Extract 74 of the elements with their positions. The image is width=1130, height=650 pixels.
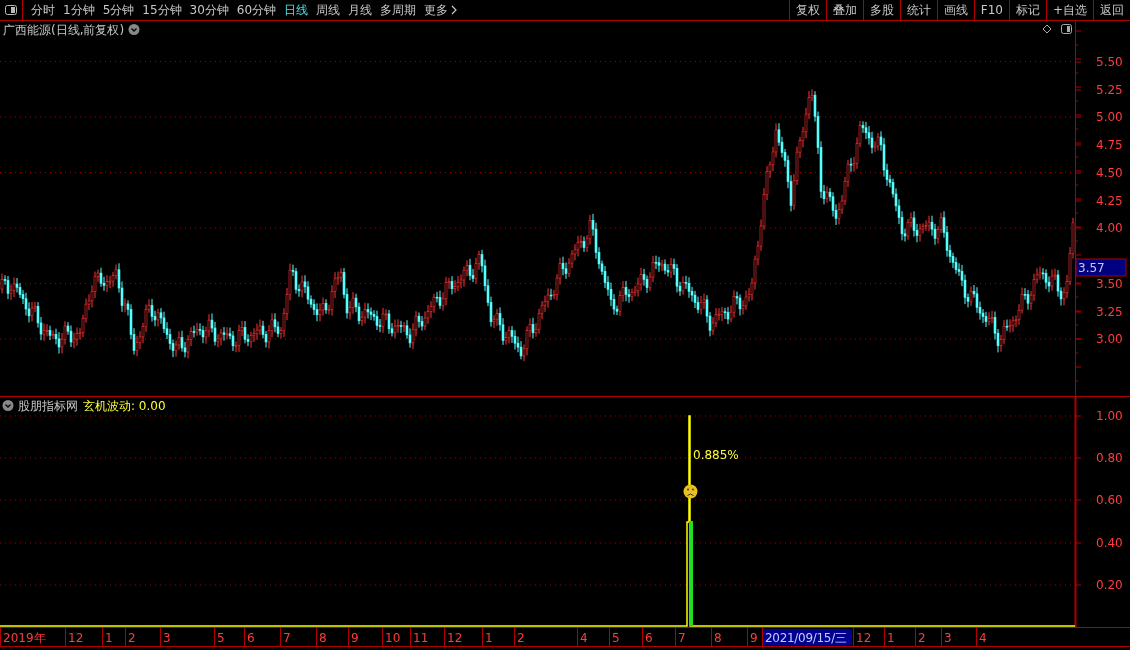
indicator-value: 玄机波动: 0.00 [83,399,166,413]
date-label: 4 [979,631,987,645]
date-label: 12 [856,631,872,645]
date-label: 8 [714,631,722,645]
toolbar-button[interactable]: 统计 [899,0,937,20]
axis-label: 3.50 [1096,277,1123,291]
period-tab[interactable]: 分时 [27,1,59,19]
date-label: 9 [750,631,758,645]
axis-label: 0.80 [1096,451,1123,465]
chevron-circle-icon[interactable] [2,400,14,411]
date-label: 8 [319,631,327,645]
period-tab[interactable]: 日线 [280,1,313,19]
axis-label: 0.60 [1096,493,1123,507]
split-square-icon[interactable] [5,5,17,15]
date-label: 10 [385,631,401,645]
chevron-circle-icon[interactable] [128,24,140,35]
toolbar-button[interactable]: 画线 [936,0,974,20]
date-label: 7 [283,631,291,645]
date-label: 4 [580,631,588,645]
date-label: 12 [68,631,84,645]
axis-label: 5.25 [1096,83,1123,97]
chevron-right-icon [451,5,458,15]
axis-label: 4.25 [1096,194,1123,208]
period-tab[interactable]: 15分钟 [138,1,186,19]
toolbar-button[interactable]: 标记 [1008,0,1046,20]
period-tab[interactable]: 多周期 [376,1,421,19]
period-tab[interactable]: 30分钟 [185,1,233,19]
toolbar-button[interactable]: 返回 [1093,0,1130,20]
axis-label: 0.40 [1096,536,1123,550]
date-label: 2 [918,631,926,645]
period-tab[interactable]: 5分钟 [98,1,139,19]
toolbar-button[interactable]: F10 [973,0,1009,20]
axis-label: 0.20 [1096,578,1123,592]
value-annotation: 0.885% [693,448,739,462]
date-label: 5 [612,631,620,645]
axis-label: 3.00 [1096,332,1123,346]
date-label: 3 [944,631,952,645]
date-label: 1 [887,631,895,645]
date-label: 7 [678,631,686,645]
toolbar-button[interactable]: +自选 [1045,0,1093,20]
date-label: 11 [413,631,429,645]
toolbar-button[interactable]: 复权 [788,0,826,20]
split-square-icon[interactable] [1061,24,1072,34]
date-label: 2 [517,631,525,645]
frown-face-icon [683,484,698,499]
date-label: 1 [485,631,493,645]
axis-label: 4.00 [1096,221,1123,235]
axis-label: 5.00 [1096,110,1123,124]
date-label: 3 [163,631,171,645]
date-label: 2019年 [3,631,46,645]
axis-label: 4.75 [1096,138,1123,152]
date-label: 2021/09/15/三 [765,631,847,645]
price-tag: 3.57 [1078,261,1105,275]
period-tab[interactable]: 月线 [344,1,377,19]
axis-label: 5.50 [1096,55,1123,69]
period-tab[interactable]: 60分钟 [232,1,281,19]
date-label: 9 [351,631,359,645]
axis-label: 4.50 [1096,166,1123,180]
period-tab[interactable]: 更多 [420,1,462,19]
chart-title: 广西能源(日线,前复权) [3,23,125,37]
toolbar-button[interactable]: 叠加 [825,0,863,20]
date-label: 2 [128,631,136,645]
axis-label: 1.00 [1096,409,1123,423]
toolbar-button[interactable]: 多股 [862,0,900,20]
period-tab[interactable]: 周线 [312,1,345,19]
diamond-icon[interactable] [1042,24,1052,34]
date-label: 6 [247,631,255,645]
axis-label: 3.25 [1096,305,1123,319]
date-label: 5 [217,631,225,645]
date-label: 6 [645,631,653,645]
indicator-source: 股朋指标网 [18,399,78,413]
date-label: 1 [105,631,113,645]
date-label: 12 [447,631,463,645]
period-tab[interactable]: 1分钟 [59,1,99,19]
